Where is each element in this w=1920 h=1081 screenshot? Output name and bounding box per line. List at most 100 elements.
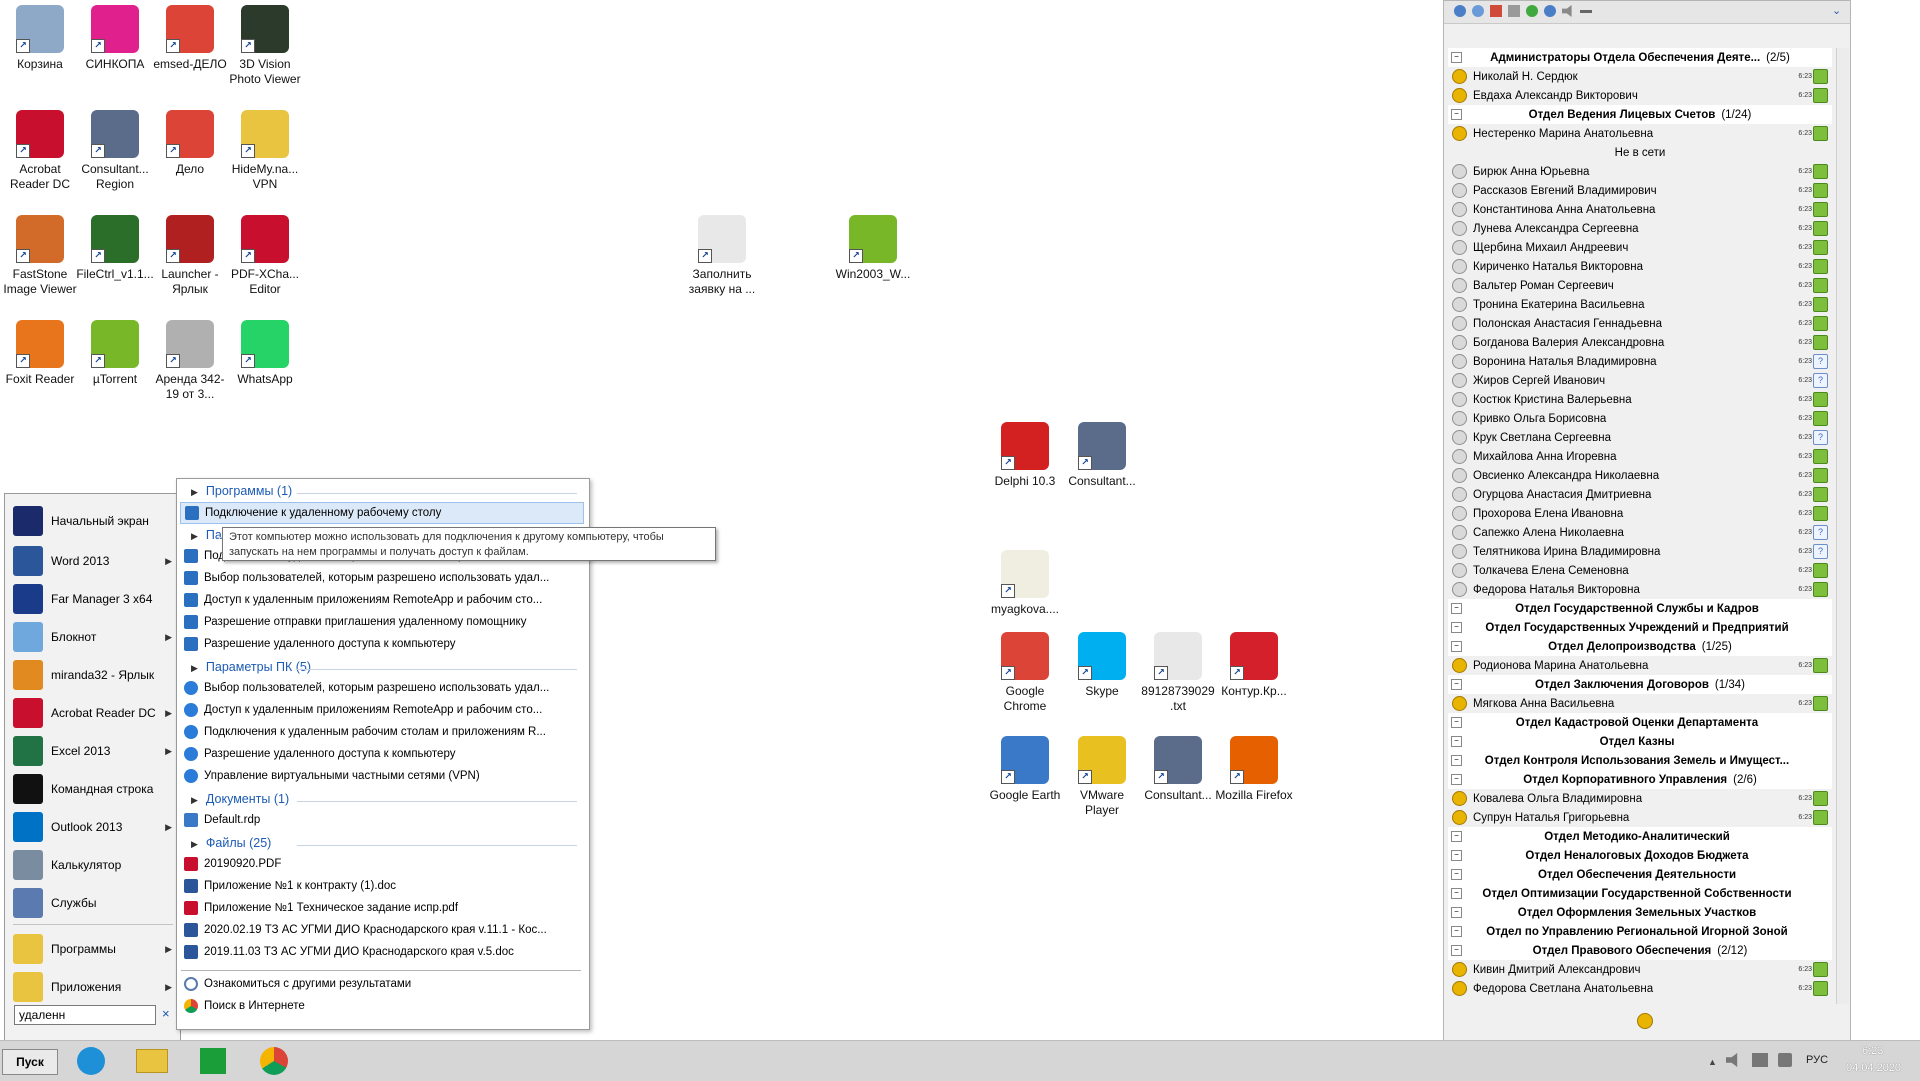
menu-icon[interactable] [1454, 5, 1466, 17]
contact-group-header[interactable]: − Отдел Государственной Службы и Кадров [1448, 599, 1832, 618]
desktop-icon[interactable]: ↗ Дело [150, 110, 230, 177]
contact-item[interactable]: Евдаха Александр Викторович 6:23 [1448, 86, 1832, 105]
contact-item[interactable]: Крук Светлана Сергеевна 6:23? [1448, 428, 1832, 447]
desktop-icon[interactable]: ↗ FileCtrl_v1.1... [75, 215, 155, 282]
search-result-item[interactable]: Default.rdp [180, 810, 582, 830]
contact-group-header[interactable]: − Отдел Заключения Договоров (1/34) [1448, 675, 1832, 694]
list-icon[interactable] [1508, 5, 1520, 17]
options-icon[interactable] [1544, 5, 1556, 17]
start-menu-item[interactable]: Outlook 2013 ▶ [13, 810, 178, 844]
search-icon[interactable] [1472, 5, 1484, 17]
web-search-link[interactable]: Поиск в Интернете [180, 996, 582, 1016]
search-result-item[interactable]: Доступ к удаленным приложениям RemoteApp… [180, 700, 582, 720]
desktop-icon[interactable]: ↗ Acrobat Reader DC [0, 110, 80, 192]
start-menu-item[interactable]: Word 2013 ▶ [13, 544, 178, 578]
contact-item[interactable]: Вальтер Роман Сергеевич 6:23 [1448, 276, 1832, 295]
desktop-icon[interactable]: ↗ 3D Vision Photo Viewer [225, 5, 305, 87]
desktop-icon[interactable]: ↗ Аренда 342-19 от 3... [150, 320, 230, 402]
desktop-icon[interactable]: ↗ Google Earth [985, 736, 1065, 803]
chevron-right-icon[interactable]: ▶ [165, 746, 172, 757]
status-icon[interactable] [1526, 5, 1538, 17]
desktop-icon[interactable]: ↗ HideMy.na... VPN [225, 110, 305, 192]
search-result-item[interactable]: Доступ к удаленным приложениям RemoteApp… [180, 590, 582, 610]
desktop-icon[interactable]: ↗ СИНКОПА [75, 5, 155, 72]
desktop-icon[interactable]: ↗ myagkova.... [985, 550, 1065, 617]
chevron-right-icon[interactable]: ▶ [165, 708, 172, 719]
contact-item[interactable]: Кириченко Наталья Викторовна 6:23 [1448, 257, 1832, 276]
contact-item[interactable]: Костюк Кристина Валерьевна 6:23 [1448, 390, 1832, 409]
collapse-icon[interactable]: − [1451, 717, 1462, 728]
collapse-icon[interactable]: − [1451, 603, 1462, 614]
contact-group-header[interactable]: − Отдел Оптимизации Государственной Собст… [1448, 884, 1832, 903]
desktop-icon[interactable]: ↗ Delphi 10.3 [985, 422, 1065, 489]
desktop-icon[interactable]: ↗ Foxit Reader [0, 320, 80, 387]
start-menu-item[interactable]: Acrobat Reader DC ▶ [13, 696, 178, 730]
contact-group-header[interactable]: − Отдел Неналоговых Доходов Бюджета [1448, 846, 1832, 865]
search-result-item[interactable]: Управление виртуальными частными сетями … [180, 766, 582, 786]
collapse-icon[interactable]: − [1451, 755, 1462, 766]
contact-item[interactable]: Кривко Ольга Борисовна 6:23 [1448, 409, 1832, 428]
search-result-item[interactable]: 2020.02.19 ТЗ АС УГМИ ДИО Краснодарского… [180, 920, 582, 940]
contact-group-header[interactable]: − Отдел Кадастровой Оценки Департамента [1448, 713, 1832, 732]
collapse-icon[interactable]: − [1451, 641, 1462, 652]
collapse-icon[interactable]: − [1451, 850, 1462, 861]
desktop-icon[interactable]: ↗ VMware Player [1062, 736, 1142, 818]
contact-item[interactable]: Овсиенко Александра Николаевна 6:23 [1448, 466, 1832, 485]
chevron-right-icon[interactable]: ▶ [165, 944, 172, 955]
contact-item[interactable]: Федорова Светлана Анатольевна 6:23 [1448, 979, 1832, 998]
desktop-icon[interactable]: ↗ Consultant... [1062, 422, 1142, 489]
contact-group-header[interactable]: − Отдел Обеспечения Деятельности [1448, 865, 1832, 884]
sound-icon[interactable] [1562, 5, 1572, 17]
desktop-icon[interactable]: ↗ Google Chrome [985, 632, 1065, 714]
contact-item[interactable]: Толкачева Елена Семеновна 6:23 [1448, 561, 1832, 580]
desktop-icon[interactable]: ↗ Mozilla Firefox [1214, 736, 1294, 803]
start-menu-item[interactable]: Службы [13, 886, 178, 920]
chevron-right-icon[interactable]: ▶ [165, 822, 172, 833]
collapse-icon[interactable]: − [1451, 736, 1462, 747]
results-group-header[interactable]: ▶ Параметры ПК (5) [191, 660, 311, 674]
collapse-icon[interactable]: − [1451, 679, 1462, 690]
contact-group-header[interactable]: − Отдел Делопроизводства (1/25) [1448, 637, 1832, 656]
start-menu-item[interactable]: Калькулятор [13, 848, 178, 882]
search-result-item[interactable]: Выбор пользователей, которым разрешено и… [180, 678, 582, 698]
search-result-item[interactable]: 2019.11.03 ТЗ АС УГМИ ДИО Краснодарского… [180, 942, 582, 962]
chevron-right-icon[interactable]: ▶ [165, 556, 172, 567]
desktop-icon[interactable]: ↗ Consultant... Region [75, 110, 155, 192]
contact-item[interactable]: Сапежко Алена Николаевна 6:23? [1448, 523, 1832, 542]
desktop-icon[interactable]: ↗ Заполнить заявку на ... [682, 215, 762, 297]
contact-group-header[interactable]: − Отдел Ведения Лицевых Счетов (1/24) [1448, 105, 1832, 124]
collapse-icon[interactable]: − [1451, 926, 1462, 937]
contact-group-header[interactable]: − Администраторы Отдела Обеспечения Деяте… [1448, 48, 1832, 67]
contact-item[interactable]: Огурцова Анастасия Дмитриевна 6:23 [1448, 485, 1832, 504]
start-menu-item[interactable]: Начальный экран [13, 504, 178, 538]
contact-item[interactable]: Тронина Екатерина Васильевна 6:23 [1448, 295, 1832, 314]
contact-item[interactable]: Мягкова Анна Васильевна 6:23 [1448, 694, 1832, 713]
search-result-item[interactable]: Приложение №1 к контракту (1).doc [180, 876, 582, 896]
scrollbar[interactable] [1836, 48, 1849, 1004]
chevron-right-icon[interactable]: ▶ [165, 632, 172, 643]
contact-item[interactable]: Кивин Дмитрий Александрович 6:23 [1448, 960, 1832, 979]
chevron-right-icon[interactable]: ▶ [165, 982, 172, 993]
contact-group-header[interactable]: − Отдел Оформления Земельных Участков [1448, 903, 1832, 922]
contact-item[interactable]: Щербина Михаил Андреевич 6:23 [1448, 238, 1832, 257]
search-result-item[interactable]: Разрешение удаленного доступа к компьюте… [180, 634, 582, 654]
language-indicator[interactable]: РУС [1806, 1054, 1828, 1066]
contact-item[interactable]: Бирюк Анна Юрьевна 6:23 [1448, 162, 1832, 181]
contact-group-header[interactable]: − Отдел Государственных Учреждений и Пред… [1448, 618, 1832, 637]
collapse-icon[interactable]: − [1451, 907, 1462, 918]
collapse-icon[interactable]: − [1451, 622, 1462, 633]
desktop-icon[interactable]: ↗ FastStone Image Viewer [0, 215, 80, 297]
results-group-header[interactable]: ▶ Программы (1) [191, 484, 292, 498]
results-group-header[interactable]: ▶ Файлы (25) [191, 836, 271, 850]
minimize-icon[interactable] [1580, 10, 1592, 13]
collapse-icon[interactable]: − [1451, 888, 1462, 899]
collapse-icon[interactable]: − [1451, 52, 1462, 63]
start-menu-item[interactable]: Excel 2013 ▶ [13, 734, 178, 768]
contact-item[interactable]: Богданова Валерия Александровна 6:23 [1448, 333, 1832, 352]
search-result-item[interactable]: Разрешение удаленного доступа к компьюте… [180, 744, 582, 764]
contact-group-header[interactable]: − Отдел Методико-Аналитический [1448, 827, 1832, 846]
contact-item[interactable]: Воронина Наталья Владимировна 6:23? [1448, 352, 1832, 371]
desktop-icon[interactable]: ↗ WhatsApp [225, 320, 305, 387]
collapse-icon[interactable]: − [1451, 831, 1462, 842]
search-result-item[interactable]: 20190920.PDF [180, 854, 582, 874]
